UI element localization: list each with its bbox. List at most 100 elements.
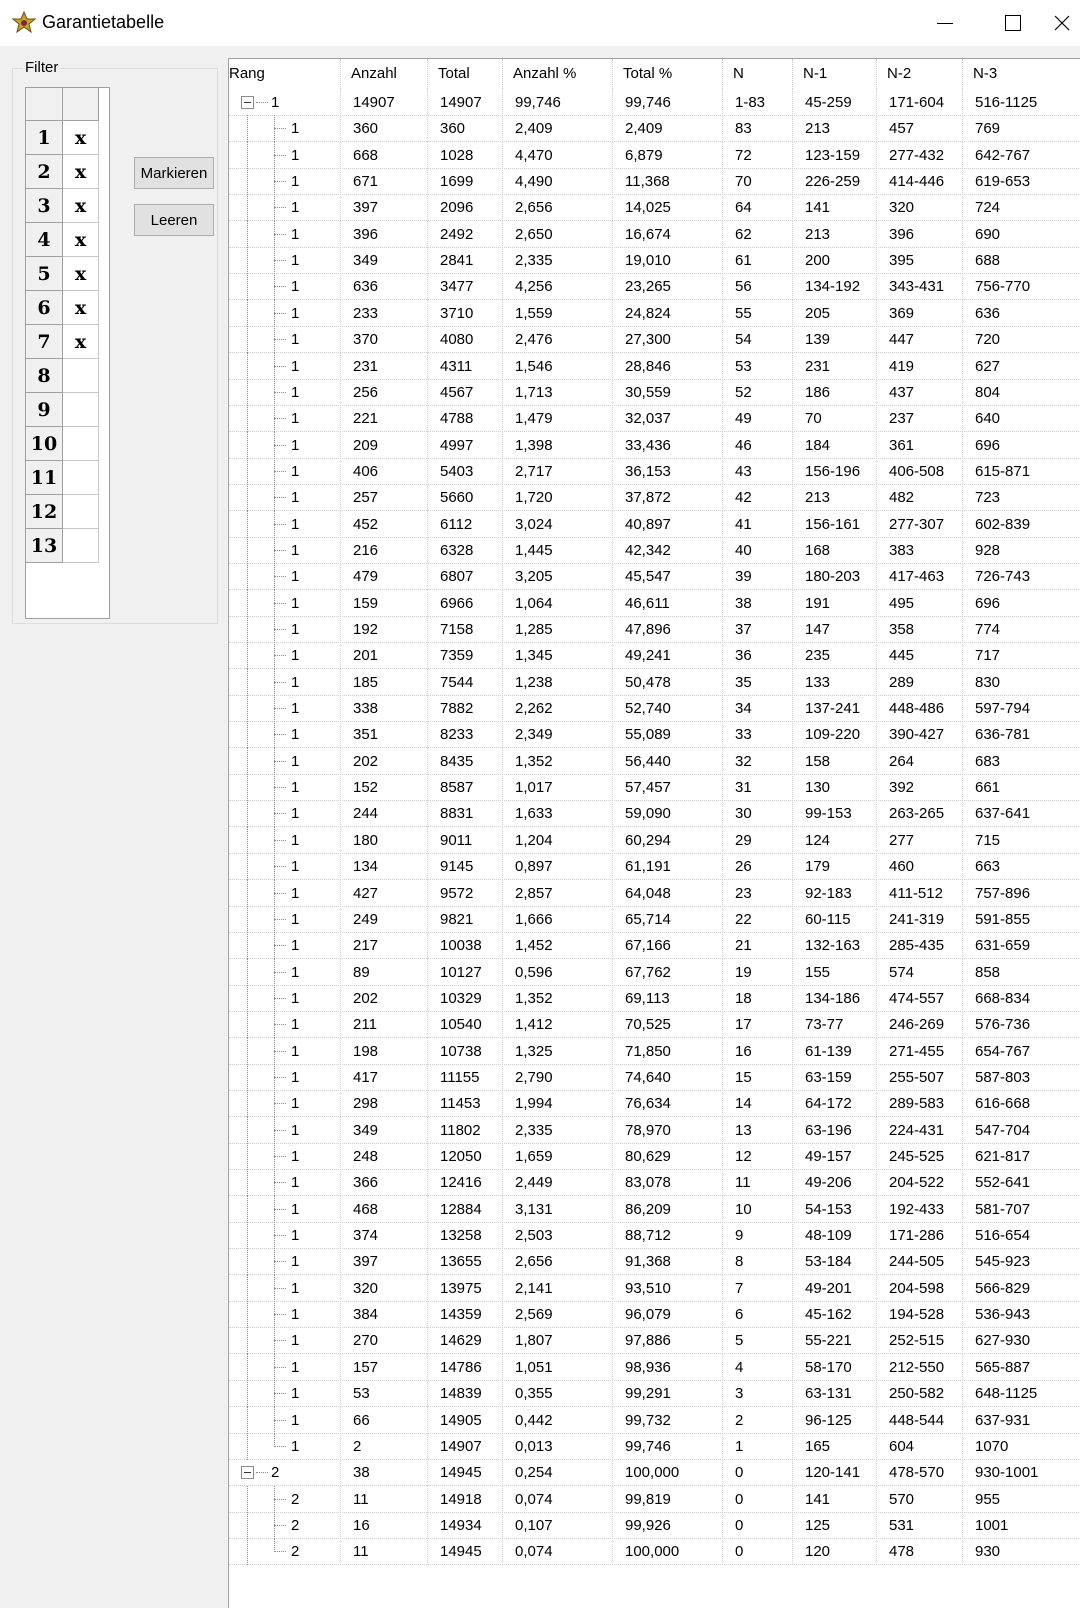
- table-row[interactable]: 1 53 14839 0,355 99,291 3 63-131 250-582 648-112…: [229, 1380, 1080, 1408]
- filter-row-number[interactable]: 6: [26, 291, 63, 325]
- filter-row-mark[interactable]: [63, 359, 99, 393]
- filter-row-number[interactable]: 10: [26, 427, 63, 461]
- table-row[interactable]: 1 396 2492 2,650 16,674 62 213 396 690: [229, 220, 1080, 248]
- table-row[interactable]: 1 157 14786 1,051 98,936 4 58-170 212-550 565-88…: [229, 1353, 1080, 1381]
- column-header[interactable]: N-2: [877, 59, 963, 89]
- table-row[interactable]: 1 671 1699 4,490 11,368 70 226-259 414-446 619-6…: [229, 168, 1080, 196]
- table-row[interactable]: 1 202 10329 1,352 69,113 18 134-186 474-557 668-…: [229, 984, 1080, 1012]
- table-row[interactable]: 1 349 2841 2,335 19,010 61 200 395 688: [229, 247, 1080, 275]
- filter-row-mark[interactable]: x: [63, 155, 99, 189]
- filter-row-mark[interactable]: [63, 461, 99, 495]
- filter-row-mark[interactable]: x: [63, 121, 99, 155]
- filter-row-mark[interactable]: [63, 427, 99, 461]
- filter-row-number[interactable]: 3: [26, 189, 63, 223]
- table-row[interactable]: 1 202 8435 1,352 56,440 32 158 264 683: [229, 747, 1080, 775]
- table-row[interactable]: 1 185 7544 1,238 50,478 35 133 289 830: [229, 668, 1080, 696]
- filter-row-mark[interactable]: x: [63, 189, 99, 223]
- filter-row-number[interactable]: 12: [26, 495, 63, 529]
- table-row[interactable]: 1 152 8587 1,017 57,457 31 130 392 661: [229, 774, 1080, 802]
- table-row[interactable]: 1 192 7158 1,285 47,896 37 147 358 774: [229, 616, 1080, 643]
- table-row[interactable]: 1 417 11155 2,790 74,640 15 63-159 255-507 587-8…: [229, 1063, 1080, 1091]
- table-row[interactable]: 2 16 14934 0,107 99,926 0 125 531 1001: [229, 1511, 1080, 1539]
- filter-row-mark[interactable]: [63, 393, 99, 427]
- table-row[interactable]: 1 397 2096 2,656 14,025 64 141 320 724: [229, 194, 1080, 222]
- filter-row-number[interactable]: 7: [26, 325, 63, 359]
- table-row[interactable]: 1 2 14907 0,013 99,746 1 165 604 1070: [229, 1432, 1080, 1460]
- table-row[interactable]: 1 406 5403 2,717 36,153 43 156-196 406-508 615-8…: [229, 457, 1080, 485]
- table-row[interactable]: 1 479 6807 3,205 45,547 39 180-203 417-463 726-7…: [229, 563, 1080, 591]
- table-row[interactable]: 1 256 4567 1,713 30,559 52 186 437 804: [229, 378, 1080, 406]
- table-row[interactable]: 1 159 6966 1,064 46,611 38 191 495 696: [229, 589, 1080, 617]
- table-row[interactable]: 1 468 12884 3,131 86,209 10 54-153 192-433 581-7…: [229, 1195, 1080, 1223]
- filter-row-mark[interactable]: [63, 495, 99, 529]
- filter-row-mark[interactable]: [63, 529, 99, 563]
- table-row[interactable]: 1 211 10540 1,412 70,525 17 73-77 246-269 576-73…: [229, 1011, 1080, 1039]
- table-row[interactable]: 1 257 5660 1,720 37,872 42 213 482 723: [229, 484, 1080, 512]
- filter-grid[interactable]: 1 x 2 x 3 x 4 x 5 x 6 x 7 x 8 9 10 11 12 13: [25, 87, 110, 619]
- filter-row-number[interactable]: 1: [26, 121, 63, 155]
- table-row[interactable]: 1 66 14905 0,442 99,732 2 96-125 448-544 637-931: [229, 1406, 1080, 1434]
- table-row[interactable]: 1 320 13975 2,141 93,510 7 49-201 204-598 566-82…: [229, 1274, 1080, 1302]
- table-row[interactable]: 1 233 3710 1,559 24,824 55 205 369 636: [229, 299, 1080, 327]
- guarantee-table[interactable]: Rang Anzahl Total Anzahl % Total % N N-1 N-2 N-3…: [228, 58, 1080, 1608]
- filter-row-number[interactable]: 5: [26, 257, 63, 291]
- mark-button[interactable]: Markieren: [134, 157, 214, 189]
- table-row[interactable]: 1 244 8831 1,633 59,090 30 99-153 263-265 637-64…: [229, 800, 1080, 828]
- column-header[interactable]: Rang: [229, 59, 341, 89]
- table-row[interactable]: 1 89 10127 0,596 67,762 19 155 574 858: [229, 958, 1080, 986]
- table-row[interactable]: 1 384 14359 2,569 96,079 6 45-162 194-528 536-94…: [229, 1301, 1080, 1329]
- table-row[interactable]: 1 198 10738 1,325 71,850 16 61-139 271-455 654-7…: [229, 1037, 1080, 1065]
- table-row[interactable]: 1 452 6112 3,024 40,897 41 156-161 277-307 602-8…: [229, 510, 1080, 538]
- table-row[interactable]: 1 360 360 2,409 2,409 83 213 457 769: [229, 115, 1080, 143]
- filter-row-number[interactable]: 13: [26, 529, 63, 563]
- collapse-icon[interactable]: [241, 1466, 254, 1480]
- filter-row-number[interactable]: 11: [26, 461, 63, 495]
- tree-group-row[interactable]: 2 38 14945 0,254 100,000 0 120-141 478-570 930-1…: [229, 1459, 1080, 1487]
- table-row[interactable]: 1 397 13655 2,656 91,368 8 53-184 244-505 545-92…: [229, 1248, 1080, 1276]
- table-row[interactable]: 1 636 3477 4,256 23,265 56 134-192 343-431 756-7…: [229, 273, 1080, 301]
- filter-row-number[interactable]: 8: [26, 359, 63, 393]
- table-row[interactable]: 1 221 4788 1,479 32,037 49 70 237 640: [229, 405, 1080, 433]
- tree-group-row[interactable]: 1 14907 14907 99,746 99,746 1-83 45-259 171-604…: [229, 89, 1080, 116]
- filter-row-mark[interactable]: x: [63, 325, 99, 359]
- table-row[interactable]: 1 217 10038 1,452 67,166 21 132-163 285-435 631-…: [229, 932, 1080, 960]
- column-header[interactable]: Anzahl %: [503, 59, 613, 89]
- column-header[interactable]: Total: [428, 59, 503, 89]
- table-row[interactable]: 1 248 12050 1,659 80,629 12 49-157 245-525 621-8…: [229, 1143, 1080, 1170]
- filter-row-number[interactable]: 2: [26, 155, 63, 189]
- column-header[interactable]: Anzahl: [341, 59, 428, 89]
- table-row[interactable]: 1 249 9821 1,666 65,714 22 60-115 241-319 591-85…: [229, 905, 1080, 933]
- table-row[interactable]: 1 270 14629 1,807 97,886 5 55-221 252-515 627-93…: [229, 1327, 1080, 1355]
- close-button[interactable]: [1054, 0, 1080, 46]
- filter-row-mark[interactable]: x: [63, 223, 99, 257]
- maximize-button[interactable]: [990, 0, 1036, 46]
- table-row[interactable]: 1 298 11453 1,994 76,634 14 64-172 289-583 616-6…: [229, 1090, 1080, 1118]
- table-row[interactable]: 2 11 14918 0,074 99,819 0 141 570 955: [229, 1485, 1080, 1513]
- table-row[interactable]: 1 370 4080 2,476 27,300 54 139 447 720: [229, 326, 1080, 354]
- clear-button[interactable]: Leeren: [134, 204, 214, 236]
- filter-row-mark[interactable]: x: [63, 291, 99, 325]
- table-row[interactable]: 1 427 9572 2,857 64,048 23 92-183 411-512 757-89…: [229, 879, 1080, 907]
- filter-row-number[interactable]: 4: [26, 223, 63, 257]
- table-row[interactable]: 1 668 1028 4,470 6,879 72 123-159 277-432 642-76…: [229, 141, 1080, 169]
- column-header[interactable]: N: [723, 59, 793, 89]
- collapse-icon[interactable]: [241, 96, 254, 109]
- filter-row-mark[interactable]: x: [63, 257, 99, 291]
- table-row[interactable]: 1 201 7359 1,345 49,241 36 235 445 717: [229, 642, 1080, 670]
- table-row[interactable]: 1 216 6328 1,445 42,342 40 168 383 928: [229, 536, 1080, 564]
- column-header[interactable]: N-3: [963, 59, 1080, 89]
- table-row[interactable]: 1 349 11802 2,335 78,970 13 63-196 224-431 547-7…: [229, 1116, 1080, 1144]
- table-row[interactable]: 1 209 4997 1,398 33,436 46 184 361 696: [229, 431, 1080, 459]
- column-header[interactable]: Total %: [613, 59, 723, 89]
- minimize-button[interactable]: [922, 0, 968, 46]
- table-row[interactable]: 1 366 12416 2,449 83,078 11 49-206 204-522 552-6…: [229, 1169, 1080, 1197]
- table-row[interactable]: 1 338 7882 2,262 52,740 34 137-241 448-486 597-7…: [229, 695, 1080, 723]
- table-row[interactable]: 1 180 9011 1,204 60,294 29 124 277 715: [229, 826, 1080, 854]
- table-row[interactable]: 1 134 9145 0,897 61,191 26 179 460 663: [229, 853, 1080, 881]
- table-row[interactable]: 2 11 14945 0,074 100,000 0 120 478 930: [229, 1538, 1080, 1566]
- table-row[interactable]: 1 374 13258 2,503 88,712 9 48-109 171-286 516-65…: [229, 1222, 1080, 1250]
- table-row[interactable]: 1 231 4311 1,546 28,846 53 231 419 627: [229, 352, 1080, 380]
- column-header[interactable]: N-1: [793, 59, 877, 89]
- table-row[interactable]: 1 351 8233 2,349 55,089 33 109-220 390-427 636-7…: [229, 721, 1080, 749]
- filter-row-number[interactable]: 9: [26, 393, 63, 427]
